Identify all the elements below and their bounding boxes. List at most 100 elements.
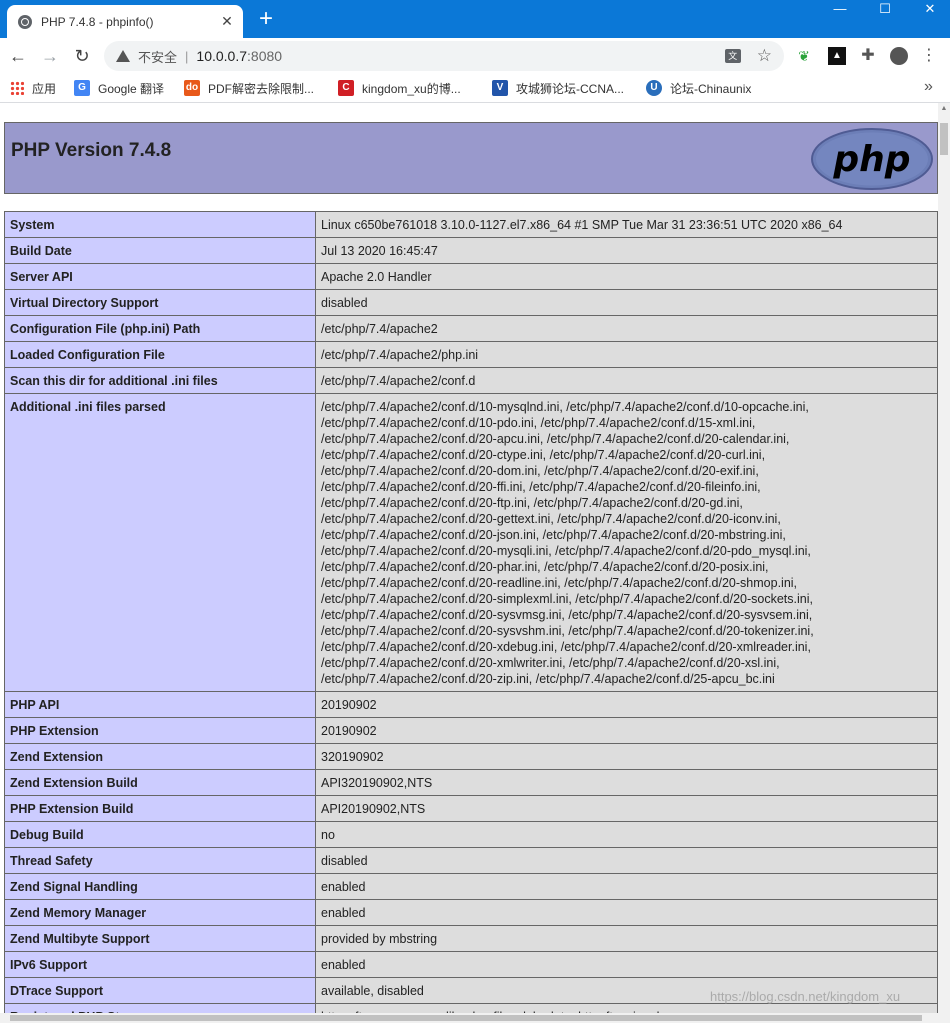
ini-file-line: /etc/php/7.4/apache2/conf.d/10-pdo.ini, … [321,416,756,430]
row-value: disabled [315,847,938,874]
bookmark-label: 论坛-Chinaunix [670,81,752,96]
forward-button[interactable]: → [38,44,62,68]
row-value: /etc/php/7.4/apache2/conf.d [315,367,938,394]
pdf-icon: do [184,80,200,96]
table-row: Scan this dir for additional .ini files /… [4,367,938,394]
table-row: IPv6 Support enabled [4,951,938,978]
table-row: Zend Extension Build API320190902,NTS [4,769,938,796]
close-tab-icon[interactable]: ✕ [217,13,237,30]
omnibox-separator: | [185,48,189,64]
row-value: no [315,821,938,848]
maximize-button[interactable]: ☐ [862,0,908,20]
row-key: Scan this dir for additional .ini files [4,367,316,394]
watermark: https://blog.csdn.net/kingdom_xu [710,989,901,1004]
globe-icon [18,14,32,29]
ini-file-line: /etc/php/7.4/apache2/conf.d/20-sysvshm.i… [321,624,814,638]
ini-file-line: /etc/php/7.4/apache2/conf.d/20-sysvmsg.i… [321,608,813,622]
bookmark-google-translate[interactable]: G Google 翻译 [74,78,164,98]
table-row: Thread Safety disabled [4,847,938,874]
ini-file-line: /etc/php/7.4/apache2/conf.d/20-zip.ini, … [321,672,775,686]
vertical-scroll-thumb[interactable] [940,123,948,155]
ini-file-line: /etc/php/7.4/apache2/conf.d/20-xmlwriter… [321,656,780,670]
ini-file-line: /etc/php/7.4/apache2/conf.d/20-ctype.ini… [321,448,766,462]
row-value: provided by mbstring [315,925,938,952]
security-label[interactable]: 不安全 [138,47,177,66]
bookmark-pdf[interactable]: do PDF解密去除限制... [184,78,314,98]
bookmark-apps[interactable]: 应用 [10,78,56,98]
ini-file-line: /etc/php/7.4/apache2/conf.d/20-simplexml… [321,592,813,606]
browser-toolbar: ← → ↻ 不安全 | 10.0.0.7:8080 文 ☆ ❦ ▲ ✚ ⋮ [0,38,950,74]
bookmark-chinaunix[interactable]: U 论坛-Chinaunix [646,78,751,98]
ini-file-line: /etc/php/7.4/apache2/conf.d/20-ftp.ini, … [321,496,743,510]
table-row: Zend Multibyte Support provided by mbstri… [4,925,938,952]
row-value: disabled [315,289,938,316]
reload-button[interactable]: ↻ [70,44,94,68]
ini-file-line: /etc/php/7.4/apache2/conf.d/20-dom.ini, … [321,464,759,478]
omnibox-actions: 文 ☆ [724,46,784,66]
table-row: Zend Memory Manager enabled [4,899,938,926]
row-key: Build Date [4,237,316,264]
ini-files-value: /etc/php/7.4/apache2/conf.d/10-mysqlnd.i… [315,393,938,692]
bookmark-label: kingdom_xu的博... [362,81,461,96]
bookmark-label: PDF解密去除限制... [208,81,315,96]
scroll-up-arrow-icon[interactable]: ▲ [938,105,950,112]
tab-title: PHP 7.4.8 - phpinfo() [41,14,154,29]
extension-leaf-icon[interactable]: ❦ [795,47,813,65]
row-key: DTrace Support [4,977,316,1004]
table-row: Debug Build no [4,821,938,848]
row-key: PHP API [4,691,316,718]
row-key: Zend Extension [4,743,316,770]
extension-ai-icon[interactable]: ▲ [828,47,846,65]
warning-icon[interactable] [116,50,130,62]
bookmark-label: 应用 [32,81,57,96]
row-key: Server API [4,263,316,290]
table-row: Loaded Configuration File/etc/php/7.4/ap… [4,341,938,368]
bookmarks-bar: 应用 G Google 翻译 do PDF解密去除限制... C kingdom… [0,74,950,103]
minimize-button[interactable]: — [817,0,863,20]
row-value: Linux c650be761018 3.10.0-1127.el7.x86_6… [315,211,938,238]
bookmark-label: 攻城狮论坛-CCNA... [516,81,625,96]
row-key: PHP Extension Build [4,795,316,822]
table-row: Configuration File (php.ini) Path/etc/ph… [4,315,938,342]
bookmark-star-icon[interactable]: ☆ [757,46,772,66]
table-row: Zend Signal Handling enabled [4,873,938,900]
horizontal-scroll-thumb[interactable] [10,1015,922,1021]
bookmarks-overflow-icon[interactable]: » [924,78,933,96]
row-key: IPv6 Support [4,951,316,978]
row-key: Zend Extension Build [4,769,316,796]
row-key: Zend Multibyte Support [4,925,316,952]
back-button[interactable]: ← [6,44,30,68]
url-host: 10.0.0.7 [196,48,248,64]
row-value: Jul 13 2020 16:45:47 [315,237,938,264]
profile-avatar-icon[interactable] [890,47,908,65]
menu-kebab-icon[interactable]: ⋮ [920,47,938,65]
extensions-puzzle-icon[interactable]: ✚ [859,47,877,65]
new-tab-button[interactable]: + [252,5,280,33]
close-window-button[interactable]: ✕ [907,0,950,20]
row-value: enabled [315,951,938,978]
horizontal-scrollbar[interactable] [0,1013,938,1023]
bookmark-csdn[interactable]: C kingdom_xu的博... [338,78,461,98]
vertical-scrollbar[interactable]: ▲ [938,103,950,1023]
row-value: 320190902 [315,743,938,770]
row-key: Debug Build [4,821,316,848]
url-text[interactable]: 10.0.0.7:8080 [196,48,282,64]
translate-icon[interactable]: 文 [724,49,741,63]
chinaunix-icon: U [646,80,662,96]
address-bar[interactable]: 不安全 | 10.0.0.7:8080 文 ☆ [104,41,784,71]
ini-file-line: /etc/php/7.4/apache2/conf.d/20-phar.ini,… [321,560,769,574]
ini-file-line: /etc/php/7.4/apache2/conf.d/20-json.ini,… [321,528,786,542]
row-key: PHP Extension [4,717,316,744]
table-row: System Linux c650be761018 3.10.0-1127.el7… [4,211,938,238]
bookmark-vs[interactable]: V 攻城狮论坛-CCNA... [492,78,624,98]
php-version-header: PHP Version 7.4.8 php [4,122,938,194]
table-row: Zend Extension 320190902 [4,743,938,770]
php-logo-text: php [832,139,910,180]
browser-tab[interactable]: PHP 7.4.8 - phpinfo() ✕ [7,5,243,38]
row-key: Loaded Configuration File [4,341,316,368]
page-title: PHP Version 7.4.8 [11,140,172,161]
csdn-icon: C [338,80,354,96]
row-value: enabled [315,899,938,926]
row-value: 20190902 [315,717,938,744]
row-key: Virtual Directory Support [4,289,316,316]
